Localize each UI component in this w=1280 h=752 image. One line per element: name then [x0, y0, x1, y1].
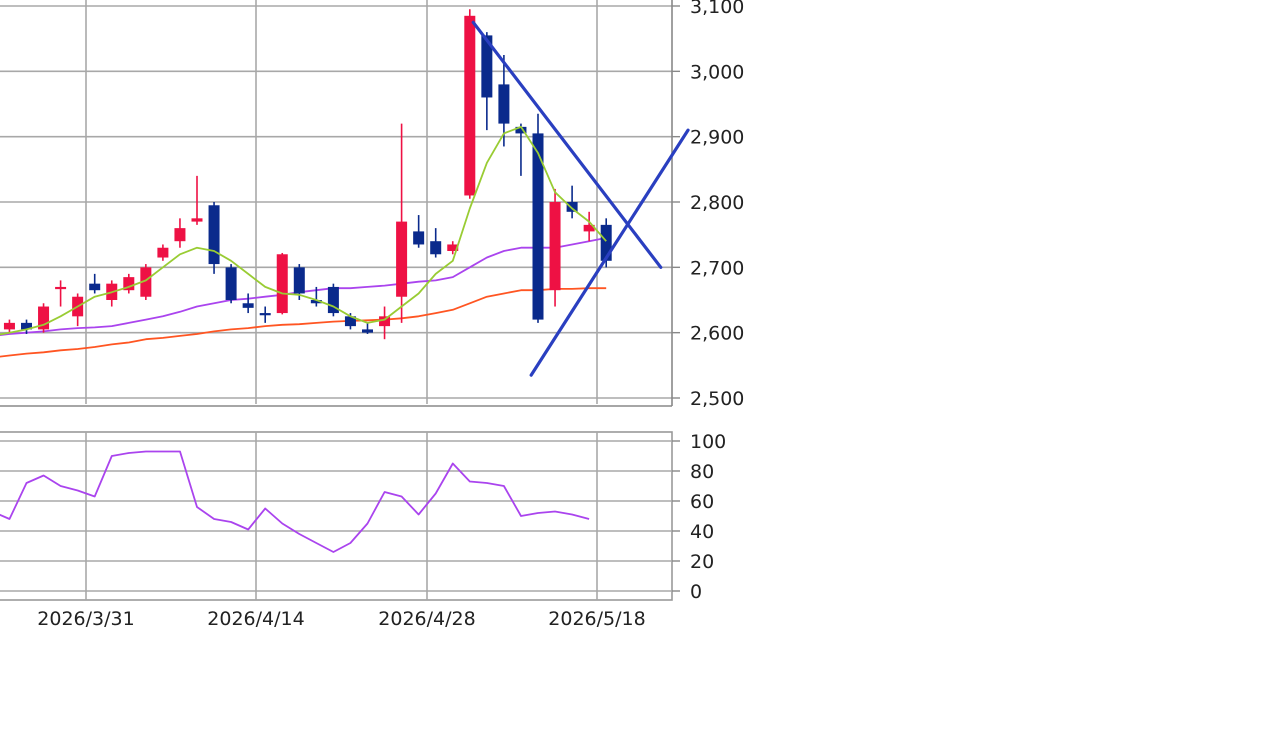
trendlines	[471, 20, 690, 377]
candle-body	[225, 267, 237, 300]
candle-up	[38, 303, 50, 333]
oscillator-tick-label: 60	[690, 491, 714, 513]
date-tick-label: 2026/5/18	[548, 608, 645, 630]
price-tick-label: 2,500	[690, 388, 744, 410]
candle-body	[242, 303, 254, 308]
oscillator-tick-label: 40	[690, 521, 714, 543]
candle-up	[123, 273, 135, 294]
candle-body	[208, 205, 220, 265]
price-tick-label: 2,600	[690, 323, 744, 345]
date-tick-label: 2026/4/14	[207, 608, 304, 630]
candle-body	[362, 329, 373, 333]
candle-down	[430, 228, 442, 258]
date-tick-label: 2026/3/31	[37, 608, 134, 630]
oscillator-frame	[0, 431, 673, 601]
oscillator-tick-label: 20	[690, 551, 714, 573]
price-tick-label: 2,800	[690, 192, 744, 214]
stock-chart: 2,500 2,600 2,700 2,800 2,900 3,000 3,100 0 20 4…	[0, 0, 744, 630]
candle-down	[208, 202, 220, 274]
candle-body	[566, 202, 578, 212]
oscillator-tick-label: 100	[690, 431, 726, 453]
oscillator-axis: 0 20 40 60 80 100	[672, 431, 726, 603]
date-tick-label: 2026/4/28	[378, 608, 475, 630]
candle-down	[225, 264, 237, 304]
price-panel: 2,500 2,600 2,700 2,800 2,900 3,000 3,100	[0, 0, 744, 410]
candle-down	[566, 185, 578, 219]
candle-body	[276, 254, 288, 314]
candlesticks	[3, 9, 612, 340]
candle-body	[174, 228, 186, 242]
price-tick-label: 2,900	[690, 127, 744, 149]
candle-body	[430, 241, 442, 255]
candle-down	[327, 283, 339, 317]
candle-up	[157, 244, 169, 261]
candle-down	[532, 113, 544, 323]
candle-body	[549, 202, 561, 291]
candle-body	[89, 283, 101, 291]
candle-body	[464, 15, 476, 196]
candle-down	[259, 306, 271, 323]
oscillator-panel: 0 20 40 60 80 100	[0, 431, 726, 603]
candle-body	[191, 218, 203, 222]
candle-up	[3, 319, 15, 333]
price-tick-label: 2,700	[690, 257, 744, 279]
candle-up	[72, 293, 84, 327]
candle-body	[3, 322, 15, 330]
candle-body	[157, 247, 169, 258]
trendline	[471, 20, 663, 269]
candle-up	[191, 175, 203, 225]
oscillator-grid	[0, 431, 673, 601]
candle-up	[55, 280, 67, 307]
candle-up	[276, 252, 288, 315]
price-axis: 2,500 2,600 2,700 2,800 2,900 3,000 3,100	[672, 0, 744, 410]
oscillator-tick-label: 80	[690, 461, 714, 483]
price-tick-label: 3,100	[690, 0, 744, 18]
candle-down	[413, 215, 425, 248]
candle-body	[498, 84, 510, 124]
oscillator-tick-label: 0	[690, 581, 702, 603]
candle-body	[396, 221, 408, 297]
price-tick-label: 3,000	[690, 61, 744, 83]
candle-body	[413, 231, 425, 245]
candle-up	[464, 9, 476, 199]
ma-short-series	[0, 126, 607, 336]
candle-body	[55, 286, 67, 290]
candle-down	[362, 322, 373, 334]
candle-body	[293, 267, 305, 294]
date-axis: 2026/3/31 2026/4/14 2026/4/28 2026/5/18	[37, 608, 645, 630]
candle-down	[242, 293, 254, 314]
candle-up	[174, 218, 186, 248]
candle-up	[379, 306, 391, 340]
candle-down	[89, 273, 101, 294]
candle-body	[259, 313, 271, 316]
ma-short-line	[0, 126, 607, 336]
candle-up	[396, 123, 408, 323]
candle-up	[549, 188, 561, 307]
